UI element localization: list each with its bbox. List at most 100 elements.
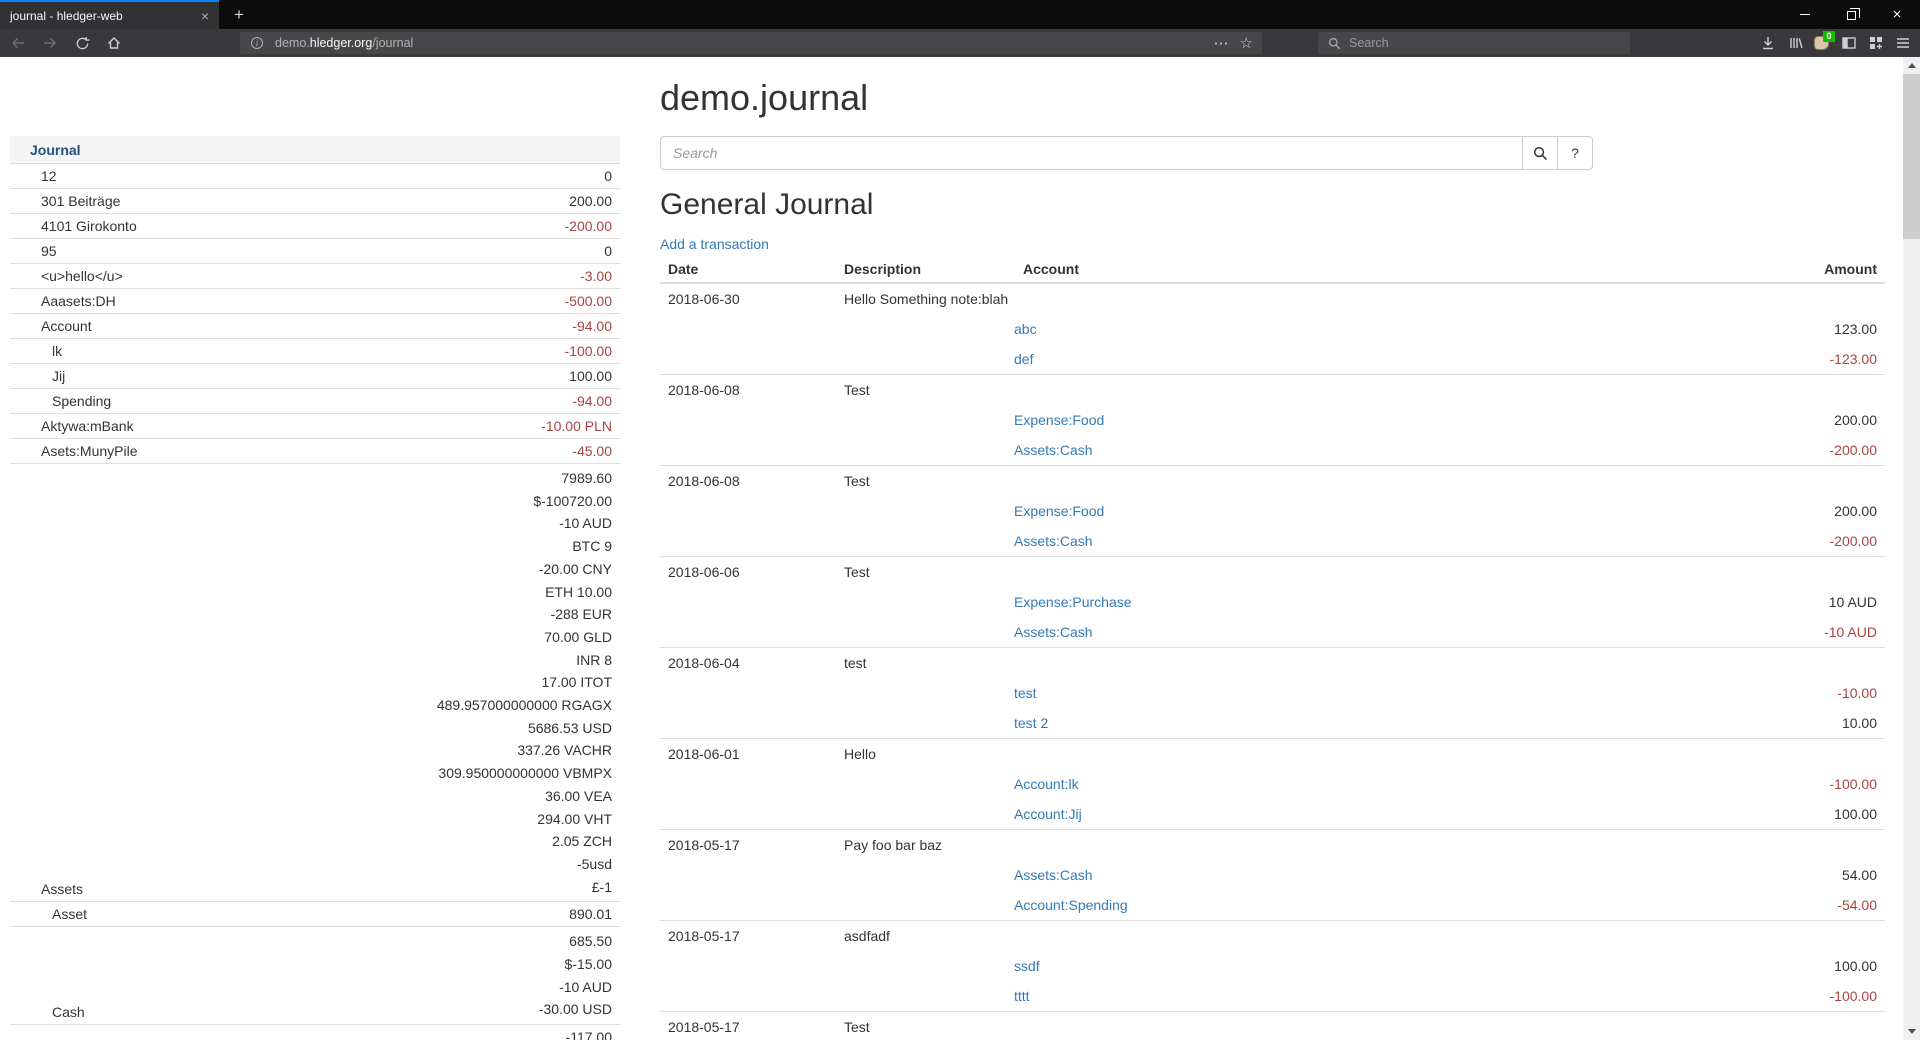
transaction-title-row[interactable]: 2018-06-01Hello xyxy=(660,739,1885,769)
posting-row: test 210.00 xyxy=(660,708,1885,738)
posting-amount: -100.00 xyxy=(1830,986,1877,1006)
posting-account-link[interactable]: tttt xyxy=(1014,986,1030,1006)
window-close-button[interactable]: × xyxy=(1874,0,1920,29)
sidebar-account-link[interactable]: Cash xyxy=(52,1003,85,1021)
scrollbar-thumb[interactable] xyxy=(1903,74,1920,239)
posting-account-link[interactable]: Account:Jij xyxy=(1014,804,1082,824)
transaction-title-row[interactable]: 2018-06-30Hello Something note:blah xyxy=(660,284,1885,314)
transaction-title-row[interactable]: 2018-06-04test xyxy=(660,648,1885,678)
sidebar-account-row: Spending-94.00 xyxy=(10,389,620,414)
sidebar-account-row: Aaasets:DH -500.00 xyxy=(10,289,620,314)
transaction-date: 2018-05-17 xyxy=(660,1017,836,1037)
add-transaction-link[interactable]: Add a transaction xyxy=(660,236,769,252)
journal-link[interactable]: Journal xyxy=(30,142,81,158)
sidebar-account-link[interactable]: Aaasets:DH xyxy=(41,292,116,310)
balance-amount: -500.00 xyxy=(565,292,612,310)
search-help-button[interactable]: ? xyxy=(1557,136,1593,170)
tab-title: journal - hledger-web xyxy=(10,9,199,23)
balance-amount: -117.00 xyxy=(566,1028,612,1040)
browser-tab[interactable]: journal - hledger-web × xyxy=(0,0,219,29)
extension-icon[interactable]: 0 xyxy=(1808,29,1835,57)
posting-account-link[interactable]: Expense:Purchase xyxy=(1014,592,1132,612)
journal-search-form: ? xyxy=(660,136,1885,170)
sidebar-toggle-icon[interactable] xyxy=(1835,29,1862,57)
posting-row: ssdf100.00 xyxy=(660,951,1885,981)
url-path: /journal xyxy=(372,36,413,50)
transaction-title-row[interactable]: 2018-05-17Pay foo bar baz xyxy=(660,830,1885,860)
browser-search-bar[interactable]: Search xyxy=(1318,32,1630,54)
window-minimize-button[interactable] xyxy=(1782,0,1828,29)
scrollbar-down-arrow[interactable] xyxy=(1903,1023,1920,1040)
transaction-title-row[interactable]: 2018-05-17Test xyxy=(660,1012,1885,1040)
scrollbar-up-arrow[interactable] xyxy=(1903,57,1920,74)
sidebar-account-link[interactable]: Asets:MunyPile xyxy=(41,442,137,460)
page-scrollbar[interactable] xyxy=(1903,57,1920,1040)
reload-button[interactable] xyxy=(68,29,96,57)
apps-grid-icon[interactable] xyxy=(1862,29,1889,57)
posting-account-link[interactable]: ssdf xyxy=(1014,956,1040,976)
new-tab-button[interactable]: + xyxy=(224,0,254,29)
sidebar-account-link[interactable]: lk xyxy=(52,342,62,360)
posting-account-link[interactable]: Expense:Food xyxy=(1014,501,1104,521)
window-restore-button[interactable] xyxy=(1828,0,1874,29)
search-input[interactable] xyxy=(660,136,1523,170)
transaction-description: test xyxy=(836,653,1885,673)
balance-amount: 309.950000000000 VBMPX xyxy=(437,762,612,785)
posting-amount: 200.00 xyxy=(1834,501,1877,521)
balance-amount: £-1 xyxy=(437,876,612,899)
sidebar-account-link[interactable]: Assets xyxy=(41,880,83,898)
posting-row: Assets:Cash-200.00 xyxy=(660,435,1885,465)
transaction-title-row[interactable]: 2018-06-06Test xyxy=(660,557,1885,587)
transaction-title-row[interactable]: 2018-06-08Test xyxy=(660,375,1885,405)
balance-amount: 17.00 ITOT xyxy=(437,671,612,694)
balance-amount: 337.26 VACHR xyxy=(437,739,612,762)
posting-account-link[interactable]: Assets:Cash xyxy=(1014,622,1093,642)
sidebar-account-balance: 7989.60$-100720.00-10 AUDBTC 9-20.00 CNY… xyxy=(437,467,612,898)
posting-account-link[interactable]: def xyxy=(1014,349,1033,369)
search-button[interactable] xyxy=(1522,136,1558,170)
library-icon[interactable] xyxy=(1781,29,1808,57)
home-button[interactable] xyxy=(100,29,128,57)
posting-account-link[interactable]: Assets:Cash xyxy=(1014,440,1093,460)
page-title: demo.journal xyxy=(660,77,1885,119)
page-actions-icon[interactable]: ⋯ xyxy=(1214,34,1230,52)
sidebar-account-link[interactable]: Account xyxy=(41,317,92,335)
posting-account-link[interactable]: Assets:Cash xyxy=(1014,531,1093,551)
url-bar[interactable]: i demo.hledger.org/journal ⋯ ☆ xyxy=(240,32,1262,54)
sidebar-account-link[interactable]: 12 xyxy=(41,167,57,185)
posting-amount: 10 AUD xyxy=(1829,592,1877,612)
posting-account-link[interactable]: test xyxy=(1014,683,1037,703)
column-header-account: Account xyxy=(1015,256,1665,282)
sidebar-account-link[interactable]: Jij xyxy=(52,367,65,385)
sidebar-account-link[interactable]: <u>hello</u> xyxy=(41,267,123,285)
sidebar-account-link[interactable]: Asset xyxy=(52,905,87,923)
posting-account-link[interactable]: Assets:Cash xyxy=(1014,865,1093,885)
sidebar-account-link[interactable]: 95 xyxy=(41,242,57,260)
posting-amount: -10.00 xyxy=(1837,683,1877,703)
transaction: 2018-06-04testtest-10.00test 210.00 xyxy=(660,647,1885,738)
transaction-title-row[interactable]: 2018-06-08Test xyxy=(660,466,1885,496)
sidebar-account-link[interactable]: Aktywa:mBank xyxy=(41,417,134,435)
site-info-icon[interactable]: i xyxy=(251,37,263,49)
sidebar-account-link[interactable]: 301 Beiträge xyxy=(41,192,120,210)
posting-account-link[interactable]: Account:lk xyxy=(1014,774,1079,794)
sidebar-account-link[interactable]: Spending xyxy=(52,392,111,410)
transaction-title-row[interactable]: 2018-05-17asdfadf xyxy=(660,921,1885,951)
download-icon[interactable] xyxy=(1754,29,1781,57)
balance-amount: 36.00 VEA xyxy=(437,785,612,808)
back-button[interactable] xyxy=(4,29,32,57)
posting-account-link[interactable]: Expense:Food xyxy=(1014,410,1104,430)
bookmark-star-icon[interactable]: ☆ xyxy=(1240,34,1253,52)
transaction-description: Pay foo bar baz xyxy=(836,835,1885,855)
transaction: 2018-05-17Pay foo bar bazAssets:Cash54.0… xyxy=(660,829,1885,920)
sidebar-account-link[interactable]: 4101 Girokonto xyxy=(41,217,137,235)
posting-amount: -123.00 xyxy=(1830,349,1877,369)
menu-hamburger-icon[interactable] xyxy=(1889,29,1916,57)
forward-button[interactable] xyxy=(36,29,64,57)
posting-account-link[interactable]: Account:Spending xyxy=(1014,895,1128,915)
posting-account-link[interactable]: abc xyxy=(1014,319,1037,339)
sidebar-account-balance: -45.00 xyxy=(572,442,612,460)
tab-close-icon[interactable]: × xyxy=(199,8,211,24)
table-header-row: Date Description Account Amount xyxy=(660,256,1885,284)
posting-account-link[interactable]: test 2 xyxy=(1014,713,1048,733)
